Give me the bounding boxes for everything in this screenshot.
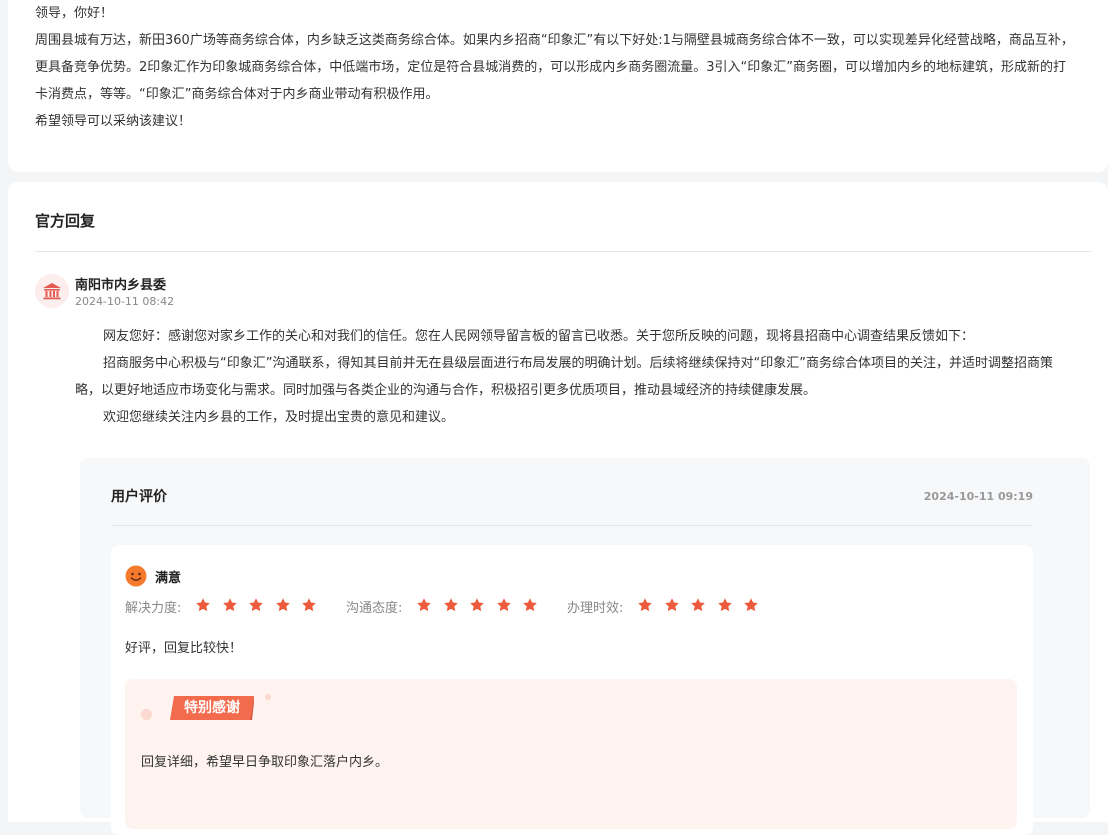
message-body-line: 更具备竞争优势。2印象汇作为印象城商务综合体，中低端市场，定位是符合县城消费的，… xyxy=(35,60,1067,75)
message-closing: 希望领导可以采纳该建议！ xyxy=(35,114,192,129)
message-card: 领导，你好！ 周围县城有万达，新田360广场等商务综合体，内乡缺乏这类商务综合体… xyxy=(8,0,1108,172)
star-icon xyxy=(496,598,511,612)
star-icon xyxy=(302,598,316,612)
rating-label-communication: 沟通态度: xyxy=(346,601,403,616)
official-reply-title: 官方回复 xyxy=(35,212,96,230)
department-name: 南阳市内乡县委 xyxy=(75,278,167,293)
reply-paragraph: 招商服务中心积极与“印象汇”沟通联系，得知其目前并无在县级层面进行布局发展的明确… xyxy=(103,356,1053,371)
department-avatar xyxy=(35,274,69,308)
divider xyxy=(111,525,1033,526)
rating-label-resolution: 解决力度: xyxy=(125,601,182,616)
star-icon xyxy=(691,598,705,612)
star-icon xyxy=(196,598,210,612)
rating-stars-communication xyxy=(416,597,549,613)
star-icon xyxy=(664,598,679,612)
star-icon xyxy=(249,598,263,612)
reply-paragraph: 欢迎您继续关注内乡县的工作，及时提出宝贵的意见和建议。 xyxy=(103,410,455,425)
message-greeting: 领导，你好！ xyxy=(35,6,114,21)
user-evaluation-panel: 用户评价 2024-10-11 09:19 满意 解决力度: 沟通态度: 办理时… xyxy=(80,458,1090,835)
star-icon xyxy=(275,598,290,612)
star-icon xyxy=(417,598,431,612)
evaluation-comment: 好评，回复比较快！ xyxy=(125,641,243,656)
government-building-icon xyxy=(43,283,61,300)
star-icon xyxy=(638,598,652,612)
satisfaction-level: 满意 xyxy=(155,571,182,586)
star-icon xyxy=(523,598,537,612)
star-icon xyxy=(443,598,458,612)
evaluation-title: 用户评价 xyxy=(111,489,167,505)
rating-stars-resolution xyxy=(195,597,328,613)
thanks-badge: 特别感谢 xyxy=(184,700,240,716)
evaluation-detail-card: 满意 解决力度: 沟通态度: 办理时效: 好评，回复比较快！ 特别感谢 回复详细… xyxy=(111,545,1033,835)
thanks-message: 回复详细，希望早日争取印象汇落户内乡。 xyxy=(141,755,389,770)
decorative-dot xyxy=(265,694,271,700)
reply-paragraph-continued: 略，以更好地适应市场变化与需求。同时加强与各类企业的沟通与合作，积极招引更多优质… xyxy=(75,383,817,398)
rating-label-timeliness: 办理时效: xyxy=(567,601,624,616)
decorative-dot xyxy=(141,709,152,720)
special-thanks-panel: 特别感谢 回复详细，希望早日争取印象汇落户内乡。 xyxy=(125,679,1017,829)
star-icon xyxy=(470,598,484,612)
reply-paragraph: 网友您好：感谢您对家乡工作的关心和对我们的信任。您在人民网领导留言板的留言已收悉… xyxy=(103,329,975,344)
smile-face-icon xyxy=(125,565,147,587)
message-body-line: 周围县城有万达，新田360广场等商务综合体，内乡缺乏这类商务综合体。如果内乡招商… xyxy=(35,33,1074,48)
star-icon xyxy=(717,598,732,612)
rating-stars-timeliness xyxy=(637,597,770,613)
official-reply-card: 官方回复 南阳市内乡县委 2024-10-11 08:42 网友您好：感谢您对家… xyxy=(8,182,1108,835)
reply-timestamp: 2024-10-11 08:42 xyxy=(75,295,175,308)
star-icon xyxy=(744,598,758,612)
message-body-line: 卡消费点，等等。“印象汇”商务综合体对于内乡商业带动有积极作用。 xyxy=(35,87,439,102)
evaluation-timestamp: 2024-10-11 09:19 xyxy=(923,490,1033,503)
divider xyxy=(35,251,1091,252)
star-icon xyxy=(222,598,237,612)
